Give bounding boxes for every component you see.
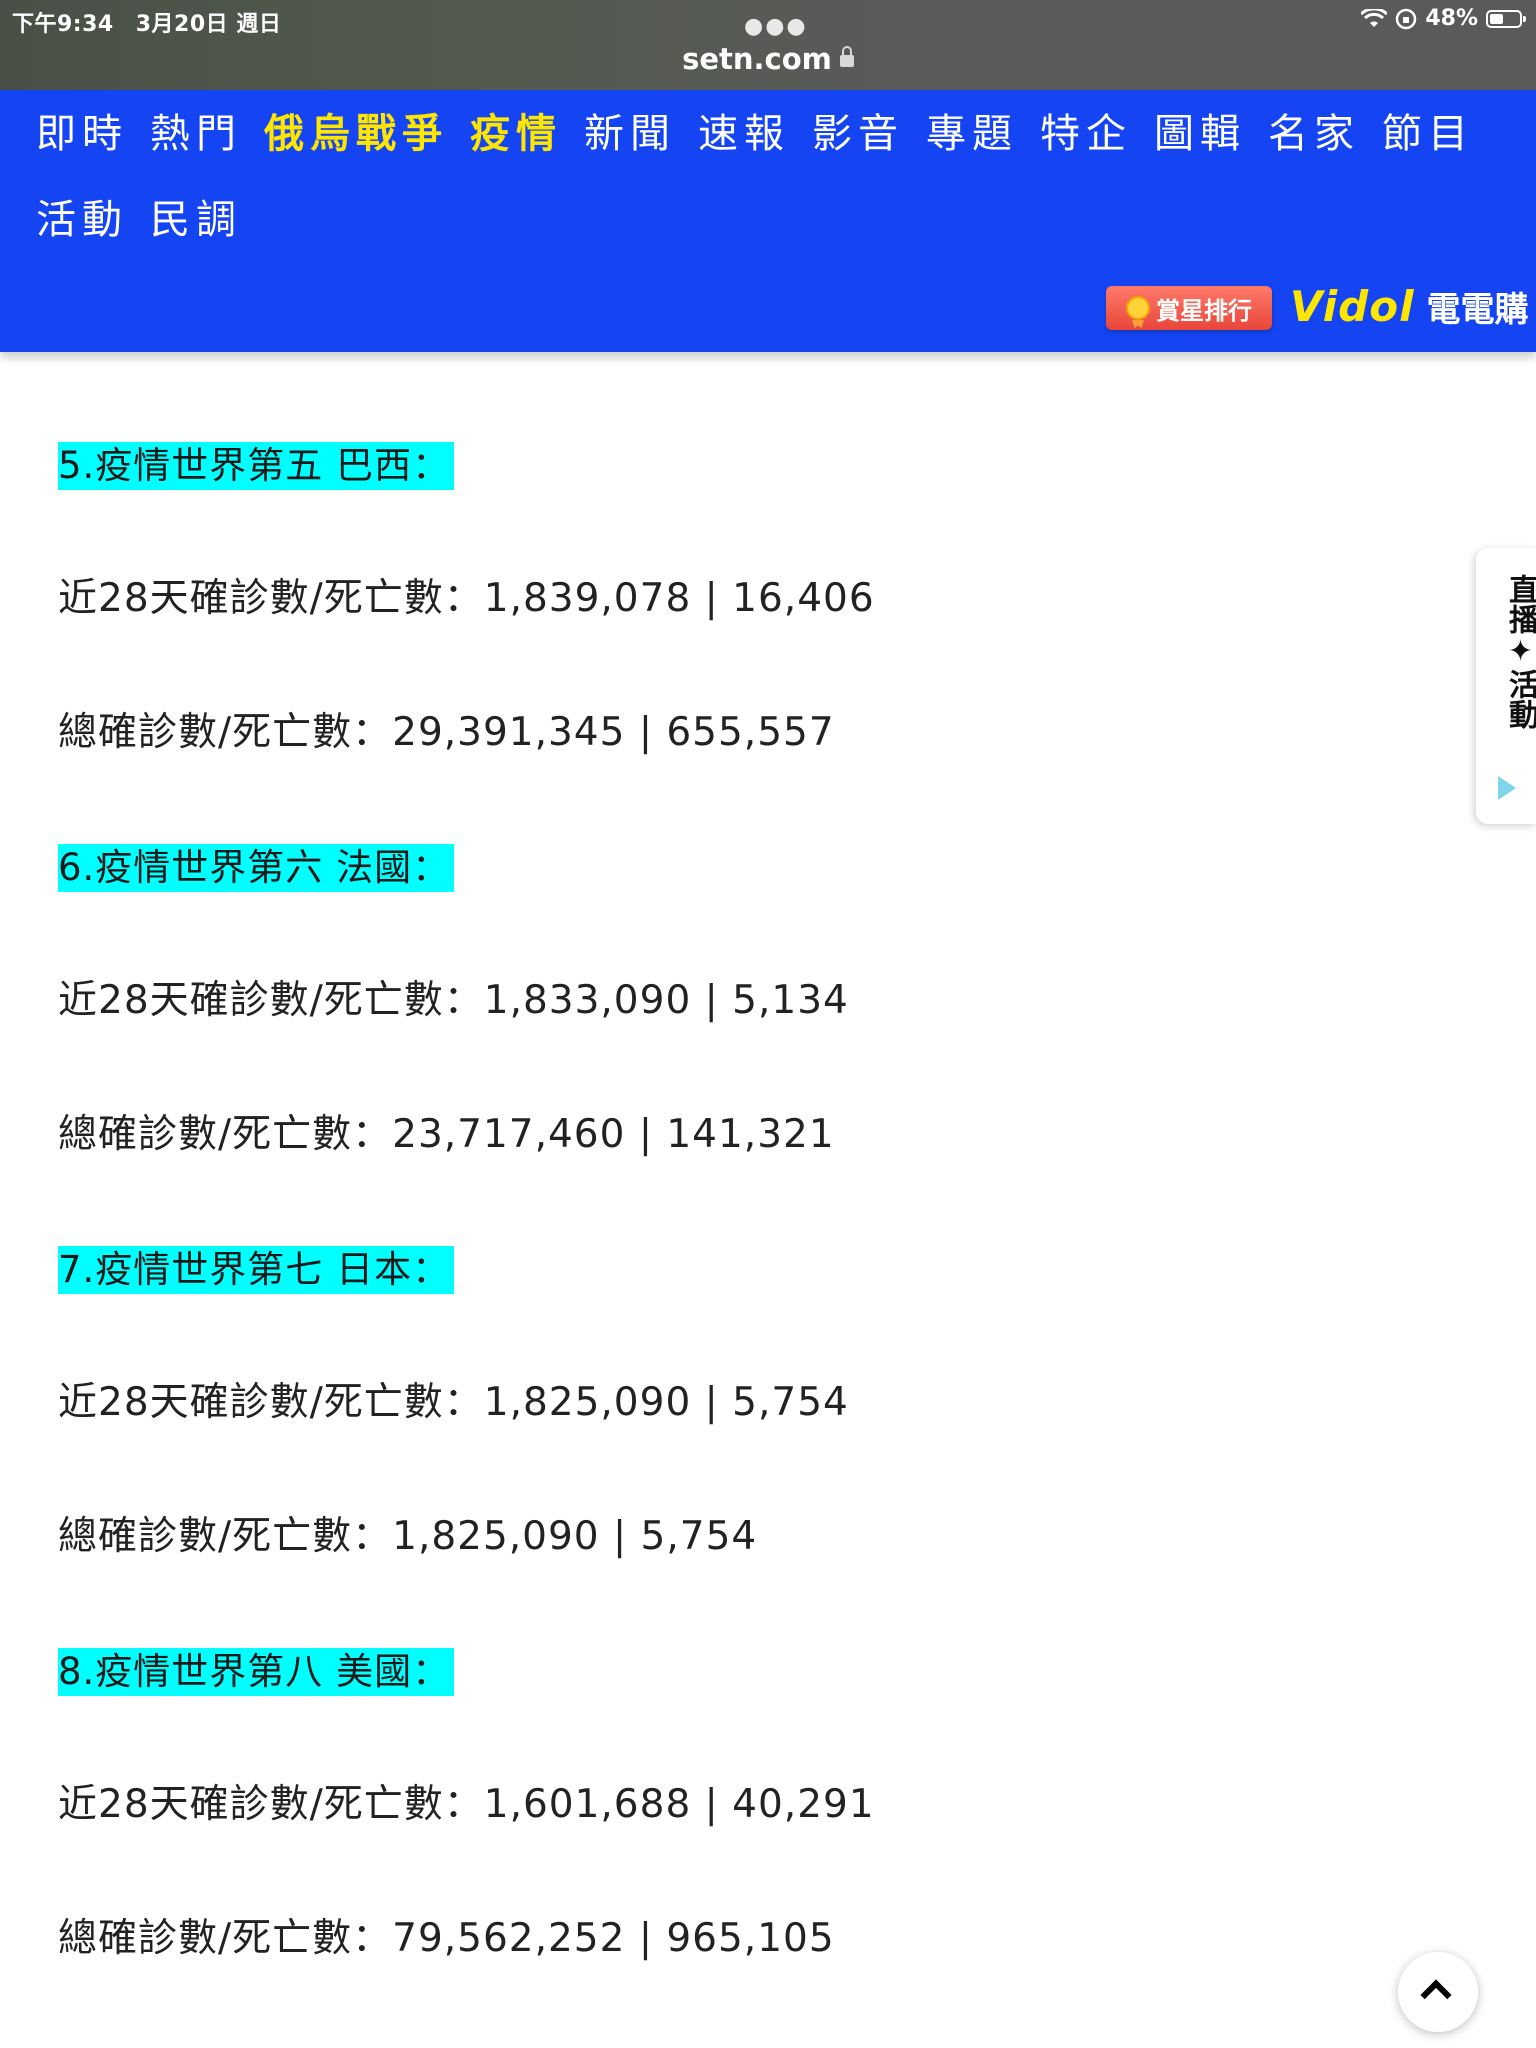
vidol-shop-label: 電電購 bbox=[1426, 289, 1529, 330]
battery-fill bbox=[1490, 13, 1503, 24]
live-events-side-tab[interactable]: 直播✦活動 bbox=[1476, 548, 1536, 824]
nav-item[interactable]: 活動 bbox=[36, 194, 128, 246]
address-bar[interactable]: setn.com bbox=[0, 42, 1536, 76]
nav-item[interactable]: 圖輯 bbox=[1154, 108, 1246, 160]
rank-badge-label: 賞星排行 bbox=[1156, 296, 1252, 325]
lock-icon bbox=[839, 46, 854, 67]
section-japan-heading: 7.疫情世界第七 日本： bbox=[58, 1246, 455, 1294]
status-bar: 下午9:34 3月20日 週日 ●●● setn.com 48% bbox=[0, 0, 1536, 90]
section-japan-total: 總確診數/死亡數：1,825,090 | 5,754 bbox=[58, 1514, 758, 1559]
section-usa-total: 總確診數/死亡數：79,562,252 | 965,105 bbox=[58, 1916, 835, 1961]
battery-percent: 48% bbox=[1425, 6, 1478, 31]
section-usa-heading: 8.疫情世界第八 美國： bbox=[58, 1648, 455, 1696]
section-france-total: 總確診數/死亡數：23,717,460 | 141,321 bbox=[58, 1112, 835, 1157]
nav-item[interactable]: 影音 bbox=[812, 108, 904, 160]
side-tab-label: 直播✦活動 bbox=[1503, 574, 1536, 729]
section-france-heading: 6.疫情世界第六 法國： bbox=[58, 844, 455, 892]
section-brazil-recent: 近28天確診數/死亡數：1,839,078 | 16,406 bbox=[58, 576, 875, 621]
section-heading: 8.疫情世界第八 美國： bbox=[58, 1648, 455, 1696]
section-heading: 5.疫情世界第五 巴西： bbox=[58, 442, 455, 490]
nav-item[interactable]: 熱門 bbox=[150, 108, 242, 160]
nav-item[interactable]: 疫情 bbox=[470, 108, 562, 160]
section-japan-recent: 近28天確診數/死亡數：1,825,090 | 5,754 bbox=[58, 1380, 849, 1425]
vidol-shop-link[interactable]: Vidol 電電購 bbox=[1290, 276, 1528, 336]
status-time-date: 下午9:34 3月20日 週日 bbox=[12, 6, 303, 38]
main-nav: 即時 熱門 俄烏戰爭 疫情 新聞 速報 影音 專題 特企 圖輯 名家 節目活動 民調 賞星排行 Vido… bbox=[0, 90, 1536, 352]
section-brazil-heading: 5.疫情世界第五 巴西： bbox=[58, 442, 455, 490]
status-date: 3月20日 週日 bbox=[135, 12, 282, 37]
battery-icon bbox=[1486, 9, 1526, 28]
chevron-up-icon bbox=[1420, 1979, 1452, 2011]
nav-item[interactable]: 即時 bbox=[36, 108, 128, 160]
nav-item[interactable]: 速報 bbox=[698, 108, 790, 160]
nav-item[interactable]: 俄烏戰爭 bbox=[264, 108, 448, 160]
medal-icon bbox=[1126, 296, 1150, 320]
nav-item[interactable]: 民調 bbox=[150, 194, 242, 246]
section-usa-recent: 近28天確診數/死亡數：1,601,688 | 40,291 bbox=[58, 1782, 875, 1827]
status-indicators: 48% bbox=[1361, 6, 1526, 31]
play-arrow-icon bbox=[1498, 776, 1516, 800]
wifi-icon bbox=[1361, 8, 1388, 27]
nav-item[interactable]: 名家 bbox=[1268, 108, 1360, 160]
section-heading: 6.疫情世界第六 法國： bbox=[58, 844, 455, 892]
section-heading: 7.疫情世界第七 日本： bbox=[58, 1246, 455, 1294]
nav-item[interactable]: 節目 bbox=[1382, 108, 1474, 160]
nav-item[interactable]: 專題 bbox=[926, 108, 1018, 160]
section-brazil-total: 總確診數/死亡數：29,391,345 | 655,557 bbox=[58, 710, 835, 755]
url-text: setn.com bbox=[682, 42, 832, 76]
more-dots-icon[interactable]: ●●● bbox=[744, 14, 808, 39]
orientation-lock-icon bbox=[1396, 8, 1417, 29]
nav-item[interactable]: 新聞 bbox=[584, 108, 676, 160]
vidol-logo: Vidol bbox=[1290, 281, 1415, 331]
nav-item[interactable]: 特企 bbox=[1040, 108, 1132, 160]
back-to-top-button[interactable] bbox=[1398, 1952, 1478, 2032]
section-france-recent: 近28天確診數/死亡數：1,833,090 | 5,134 bbox=[58, 978, 849, 1023]
nav-menu: 即時 熱門 俄烏戰爭 疫情 新聞 速報 影音 專題 特企 圖輯 名家 節目活動 民調 bbox=[36, 108, 1476, 246]
status-time: 下午9:34 bbox=[12, 12, 114, 37]
rank-badge-button[interactable]: 賞星排行 bbox=[1106, 286, 1272, 330]
